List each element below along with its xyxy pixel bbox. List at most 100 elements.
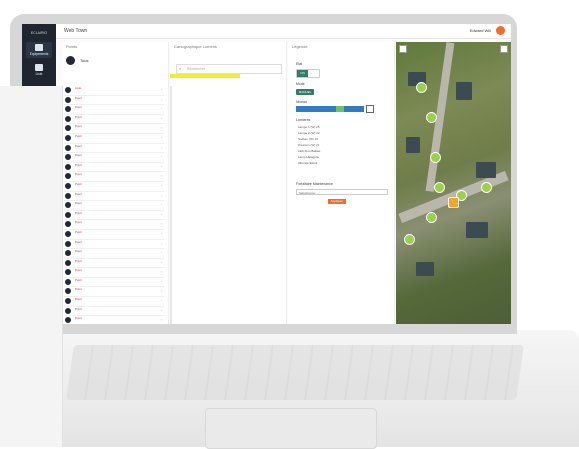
legend-panel: Légende Etat ON Mode MANUEL Niveau Lumie… — [288, 42, 395, 324]
list-item-name: Point — [75, 133, 82, 138]
list-item[interactable]: Point › — [64, 192, 164, 202]
map-marker-selected[interactable] — [448, 197, 459, 208]
list-item[interactable]: Point › — [64, 259, 164, 269]
lamp-icon — [65, 182, 71, 189]
lamp-icon — [65, 202, 71, 209]
level-slider[interactable] — [296, 106, 364, 112]
list-item[interactable]: Point › — [64, 220, 164, 230]
list-item[interactable]: Point › — [64, 182, 164, 192]
list-item[interactable]: Point › — [64, 230, 164, 240]
lamp-icon — [65, 125, 71, 132]
list-item[interactable]: Point › — [64, 211, 164, 221]
top-bar: Web Town Edward Will — [56, 24, 511, 39]
lamp-icon — [65, 106, 71, 113]
scrollbar[interactable] — [170, 86, 172, 324]
blank-sheet-overlay — [0, 86, 63, 447]
chevron-right-icon: › — [160, 183, 162, 188]
equipment-icon — [35, 44, 43, 51]
layers-icon[interactable] — [500, 45, 508, 53]
search-input[interactable]: ⌕ Rechercher — [176, 64, 282, 74]
lamp-icon — [65, 278, 71, 285]
list-item[interactable]: Point › — [64, 297, 164, 307]
list-item[interactable]: Point › — [64, 105, 164, 115]
chevron-right-icon: › — [160, 299, 162, 304]
chevron-right-icon: › — [160, 97, 162, 102]
filter-icon — [66, 56, 75, 65]
list-item-name: Liste — [75, 86, 82, 90]
chevron-right-icon: › — [160, 212, 162, 217]
map-marker[interactable] — [404, 234, 415, 245]
building — [406, 137, 420, 153]
nav-item-liste[interactable]: Liste — [26, 62, 52, 78]
lamp-icon — [65, 240, 71, 247]
list-item[interactable]: Point › — [64, 287, 164, 298]
list-item-name: Point — [75, 143, 82, 148]
map-marker[interactable] — [434, 182, 445, 193]
mode-pill[interactable]: MANUEL — [296, 89, 314, 95]
list-item-name: Point — [75, 297, 82, 302]
list-item[interactable]: Point › — [64, 240, 164, 250]
list-item[interactable]: Point › — [64, 316, 164, 324]
filter-all[interactable]: Tous — [66, 56, 164, 66]
chevron-right-icon: › — [160, 174, 162, 179]
list-item[interactable]: Point › — [64, 96, 164, 106]
lamp-icon — [65, 259, 71, 266]
map-marker[interactable] — [426, 112, 437, 123]
slider-thumb[interactable] — [336, 106, 344, 112]
chevron-right-icon: › — [160, 289, 162, 294]
list-item[interactable]: Point › — [64, 124, 164, 134]
apply-button[interactable]: Appliquer — [328, 199, 346, 204]
chevron-right-icon: › — [160, 251, 162, 256]
list-item-name: Point — [75, 258, 82, 263]
map-marker[interactable] — [481, 182, 492, 193]
list-item[interactable]: Point › — [64, 268, 164, 278]
level-label: Niveau — [296, 100, 307, 104]
zoom-in-icon[interactable] — [399, 45, 407, 53]
chevron-right-icon: › — [160, 203, 162, 208]
list-item-name: Point — [75, 153, 82, 158]
chevron-right-icon: › — [160, 279, 162, 284]
lamp-icon — [65, 163, 71, 170]
lamp-icon — [65, 115, 71, 122]
lamp-icon — [65, 96, 71, 103]
list-item[interactable]: Liste › — [64, 86, 164, 96]
lumens-panel: Cartographique Lumens ⌕ Rechercher — [170, 42, 287, 324]
state-toggle[interactable]: ON — [296, 69, 320, 78]
list-item-name: Point — [75, 249, 82, 254]
list-item[interactable]: Point › — [64, 115, 164, 125]
map-marker[interactable] — [416, 82, 427, 93]
list-item[interactable]: Point › — [64, 278, 164, 288]
state-label: Etat — [296, 62, 303, 66]
list-item[interactable]: Point › — [64, 163, 164, 173]
list-item[interactable]: Point › — [64, 134, 164, 144]
lamp-icon — [65, 134, 71, 141]
list-icon — [35, 64, 43, 71]
panel-title: Cartographique Lumens — [174, 44, 217, 49]
list-item[interactable]: Point › — [64, 153, 164, 163]
nav-item-equipements[interactable]: Equipements — [26, 42, 52, 58]
mode-label: Mode — [296, 82, 305, 86]
list-item[interactable]: Point › — [64, 249, 164, 259]
list-item-name: Point — [75, 316, 82, 321]
maintenance-select[interactable]: Sélectionner — [296, 189, 388, 195]
list-item-name: Point — [75, 124, 82, 129]
panel-title: Points — [66, 44, 78, 49]
list-item-name: Point — [75, 268, 82, 273]
chevron-right-icon: › — [160, 88, 162, 92]
list-item[interactable]: Point › — [64, 307, 164, 317]
chevron-right-icon: › — [160, 193, 162, 198]
list-item[interactable]: Point › — [64, 172, 164, 182]
list-item-name: Point — [75, 306, 82, 311]
list-item[interactable]: Point › — [64, 144, 164, 154]
list-item-name: Point — [75, 210, 82, 215]
list-item[interactable]: Point › — [64, 201, 164, 211]
avatar[interactable] — [496, 26, 505, 35]
lamp-icon — [65, 298, 71, 305]
search-placeholder: Rechercher — [187, 66, 206, 71]
slider-reset-button[interactable] — [366, 105, 374, 113]
user-name[interactable]: Edward Will — [470, 28, 491, 33]
selected-result[interactable] — [170, 74, 240, 78]
map-marker[interactable] — [430, 152, 441, 163]
map-marker[interactable] — [426, 212, 437, 223]
aerial-map[interactable] — [396, 42, 511, 324]
